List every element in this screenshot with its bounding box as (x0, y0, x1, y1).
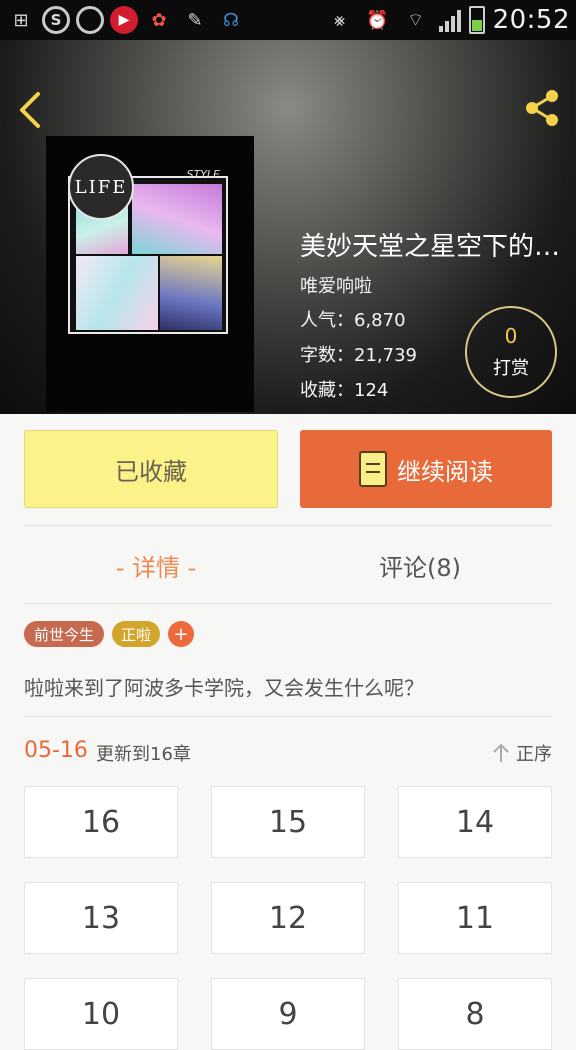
tip-count: 0 (504, 324, 518, 348)
up-arrow-icon (493, 743, 509, 762)
signal-icon (438, 8, 461, 32)
chapter-item[interactable]: 8 (398, 978, 552, 1050)
wifi-icon: ⌔ (407, 9, 425, 31)
sort-label: 正序 (516, 744, 552, 765)
share-icon[interactable] (520, 86, 564, 130)
tag-chip[interactable]: 前世今生 (24, 621, 104, 647)
alarm-icon: ⏰ (366, 9, 389, 31)
continue-reading-label: 继续阅读 (397, 457, 493, 486)
cover-life-badge: LIFE (68, 154, 134, 220)
favorited-label: 已收藏 (115, 457, 187, 486)
chapter-item[interactable]: 15 (211, 786, 365, 858)
cover-style-text: STYLE (186, 168, 221, 181)
tip-label: 打赏 (493, 358, 529, 379)
sort-order-button[interactable]: 正序 (492, 740, 552, 766)
book-header: LIFE STYLE 美妙天堂之星空下的… 唯爱响啦 人气：6,870 字数：2… (0, 40, 576, 414)
divider (24, 525, 552, 526)
status-bar: ⊞ S ▶ ✿ ✎ ☊ ⨳ ⏰ ⌔ 20:52 (0, 0, 576, 40)
book-title: 美妙天堂之星空下的… (300, 232, 561, 262)
tab-comments[interactable]: 评论(8) (288, 548, 552, 583)
chapter-item[interactable]: 9 (211, 978, 365, 1050)
chapter-item[interactable]: 12 (211, 882, 365, 954)
headset-message-icon: ☊ (223, 9, 239, 31)
tab-detail[interactable]: - 详情 - (24, 548, 288, 583)
book-cover[interactable]: LIFE STYLE (46, 136, 254, 412)
popularity-stat: 人气：6,870 (300, 310, 406, 331)
favorites-stat: 收藏：124 (300, 380, 389, 401)
vibrate-icon: ⨳ (333, 9, 346, 31)
divider (24, 716, 552, 717)
tag-chip[interactable]: 正啦 (112, 621, 160, 647)
book-description: 啦啦来到了阿波多卡学院，又会发生什么呢？ (24, 676, 424, 700)
add-tag-button[interactable]: + (168, 621, 194, 647)
chapter-item[interactable]: 13 (24, 882, 178, 954)
book-author[interactable]: 唯爱响啦 (300, 272, 372, 298)
divider (24, 603, 552, 604)
muted-app-icon: ✎ (187, 9, 203, 31)
s-app-icon: S (42, 6, 70, 34)
continue-reading-button[interactable]: 继续阅读 (300, 430, 552, 508)
word-count-stat: 字数：21,739 (300, 345, 417, 366)
back-arrow-icon[interactable] (14, 90, 48, 130)
add-notification-icon: ⊞ (13, 9, 29, 31)
play-app-icon: ▶ (110, 6, 138, 34)
clock: 20:52 (492, 5, 570, 35)
chapter-item[interactable]: 11 (398, 882, 552, 954)
tip-button[interactable]: 0 打赏 (465, 306, 557, 398)
pinwheel-icon: ✿ (151, 9, 167, 31)
chapter-item[interactable]: 14 (398, 786, 552, 858)
loading-icon (76, 6, 104, 34)
battery-icon (468, 6, 485, 34)
update-text: 更新到16章 (96, 744, 191, 765)
chapter-item[interactable]: 10 (24, 978, 178, 1050)
chapter-item[interactable]: 16 (24, 786, 178, 858)
cover-art-panel (160, 256, 222, 330)
cover-art-panel (76, 256, 158, 330)
cover-art-panel (132, 184, 222, 254)
update-date: 05-16 (24, 738, 88, 763)
book-icon (359, 451, 387, 487)
favorited-button[interactable]: 已收藏 (24, 430, 278, 508)
chapter-grid: 16 15 14 13 12 11 10 9 8 (24, 786, 552, 1050)
